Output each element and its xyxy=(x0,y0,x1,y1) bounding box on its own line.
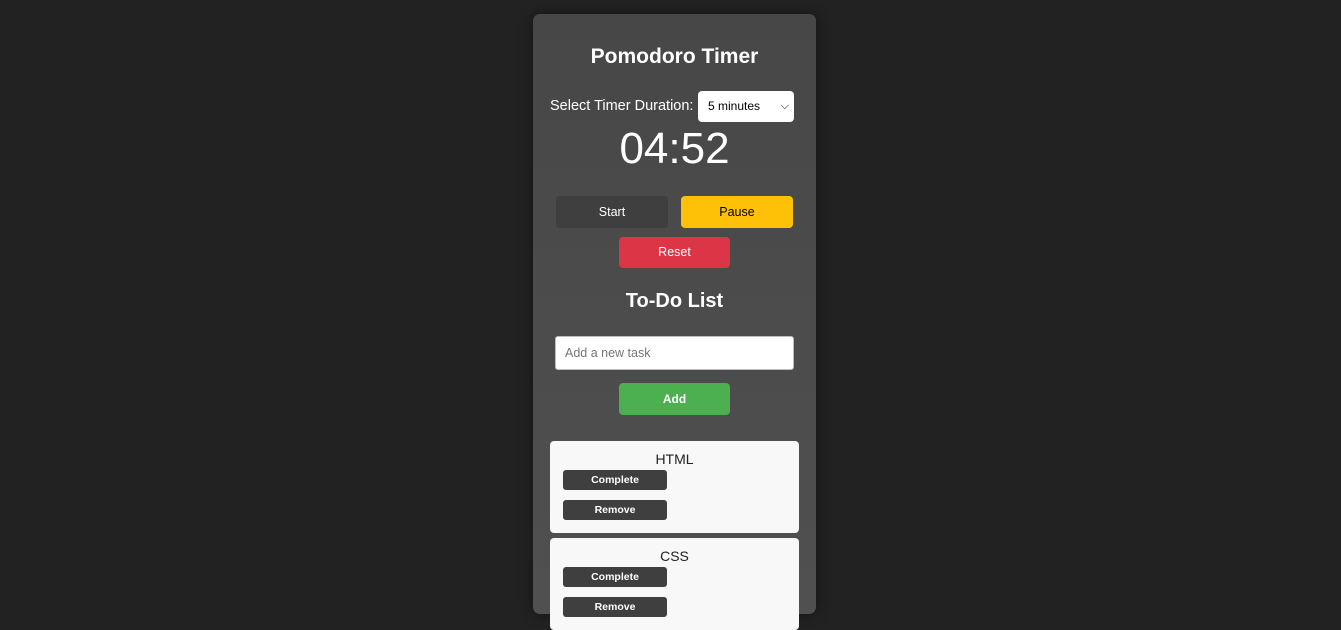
timer-display: 04:52 xyxy=(619,124,730,173)
add-task-button[interactable]: Add xyxy=(619,383,730,415)
page-title: Pomodoro Timer xyxy=(590,45,759,68)
complete-task-button[interactable]: Complete xyxy=(563,567,667,587)
pomodoro-card: Pomodoro Timer Select Timer Duration: 5 … xyxy=(533,14,816,630)
start-button[interactable]: Start xyxy=(556,196,668,228)
remove-task-button[interactable]: Remove xyxy=(563,597,667,617)
task-name: HTML xyxy=(655,451,694,467)
duration-selected-value: 5 minutes xyxy=(708,99,761,113)
duration-select[interactable]: 5 minutes ⌵ xyxy=(698,91,794,122)
pause-button[interactable]: Pause xyxy=(681,196,793,228)
todo-title: To-Do List xyxy=(625,290,724,312)
chevron-down-icon: ⌵ xyxy=(780,100,789,112)
reset-button[interactable]: Reset xyxy=(619,237,730,268)
new-task-input[interactable]: Add a new task xyxy=(555,336,794,370)
task-item: HTML Complete Remove xyxy=(550,441,799,533)
remove-task-button[interactable]: Remove xyxy=(563,500,667,520)
duration-label: Select Timer Duration: xyxy=(550,98,694,114)
task-item: CSS Complete Remove xyxy=(550,538,799,630)
complete-task-button[interactable]: Complete xyxy=(563,470,667,490)
task-name: CSS xyxy=(660,548,689,564)
